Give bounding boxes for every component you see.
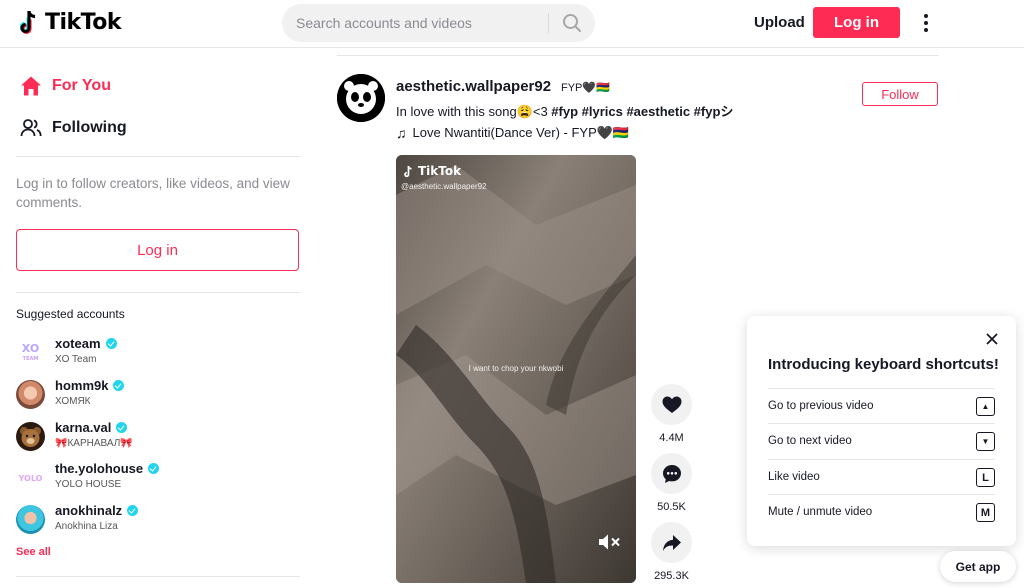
post-author-nickname: FYP🖤🇲🇺 <box>561 82 610 94</box>
suggested-account-homm9k[interactable]: homm9k ХОМЯК <box>16 378 296 414</box>
keyboard-shortcuts-panel: Introducing keyboard shortcuts! Go to pr… <box>747 316 1016 546</box>
header-login-button[interactable]: Log in <box>813 7 900 38</box>
music-note-icon: ♫ <box>396 125 407 141</box>
shortcut-label: Go to previous video <box>768 400 874 412</box>
search-input[interactable] <box>282 4 548 42</box>
tiktok-logo[interactable]: TikTok <box>19 9 122 35</box>
nav-for-you[interactable]: For You <box>20 75 111 97</box>
share-button[interactable] <box>651 522 692 563</box>
music-title: Love Nwantiti(Dance Ver) - FYP🖤🇲🇺 <box>412 125 630 140</box>
like-button[interactable] <box>651 384 692 425</box>
account-username: xoteam <box>55 336 117 351</box>
avatar: YOLO <box>16 463 45 492</box>
shortcuts-title: Introducing keyboard shortcuts! <box>768 356 999 373</box>
suggested-account-xoteam[interactable]: XO TEAM xoteam XO Team <box>16 336 296 372</box>
suggested-account-karna-val[interactable]: karna.val 🎀КАРНАВАЛ🎀 <box>16 420 296 456</box>
post-caption: In love with this song😩<3 #fyp #lyrics #… <box>396 101 733 120</box>
account-display-name: XO Team <box>55 354 97 365</box>
avatar <box>16 422 45 451</box>
account-display-name: Anokhina Liza <box>55 521 118 532</box>
tiktok-logo-icon <box>404 165 412 177</box>
like-action[interactable]: 4.4M <box>651 384 692 444</box>
home-icon <box>20 75 42 97</box>
comment-count: 50.5K <box>657 501 686 513</box>
suggested-accounts-title: Suggested accounts <box>16 307 125 321</box>
see-all-link[interactable]: See all <box>16 546 51 558</box>
shortcut-label: Mute / unmute video <box>768 506 873 518</box>
comment-icon <box>662 464 681 483</box>
account-display-name: ХОМЯК <box>55 396 91 407</box>
search-icon <box>563 14 581 32</box>
shortcut-row: Mute / unmute video M <box>768 494 995 529</box>
share-icon <box>662 534 681 551</box>
svg-text:TEAM: TEAM <box>23 356 39 362</box>
avatar: XO TEAM <box>16 338 45 367</box>
verified-icon <box>105 338 117 349</box>
shortcut-label: Like video <box>768 471 820 483</box>
svg-text:XO: XO <box>22 342 39 355</box>
volume-muted-icon <box>599 534 620 550</box>
sidebar-login-button[interactable]: Log in <box>16 229 299 271</box>
video-player[interactable]: TikTok @aesthetic.wallpaper92 I want to … <box>396 155 636 583</box>
verified-icon <box>127 505 139 516</box>
avatar <box>16 380 45 409</box>
search-bar <box>282 4 595 42</box>
suggested-account-anokhinalz[interactable]: anokhinalz Anokhina Liza <box>16 503 296 539</box>
video-watermark-logo: TikTok <box>404 164 461 178</box>
account-display-name: YOLO HOUSE <box>55 479 122 490</box>
share-action[interactable]: 295.3K <box>651 522 692 582</box>
feed-divider <box>337 55 939 56</box>
follow-button[interactable]: Follow <box>862 82 938 106</box>
verified-icon <box>113 380 125 391</box>
verified-icon <box>116 422 128 433</box>
sidebar-divider <box>16 156 300 157</box>
caption-hashtags[interactable]: #fyp #lyrics #aesthetic #fypシ <box>551 104 733 119</box>
close-icon[interactable] <box>984 331 1000 347</box>
mute-button[interactable] <box>596 531 622 553</box>
nav-following-label: Following <box>52 119 127 136</box>
video-subtitle: I want to chop your nkwobi <box>468 364 564 373</box>
get-app-button[interactable]: Get app <box>940 551 1016 582</box>
comment-button[interactable] <box>651 453 692 494</box>
comment-action[interactable]: 50.5K <box>651 453 692 513</box>
shortcut-row: Go to next video ▼ <box>768 423 995 458</box>
video-watermark-user: @aesthetic.wallpaper92 <box>401 182 487 191</box>
search-button[interactable] <box>549 4 595 42</box>
share-count: 295.3K <box>654 570 689 582</box>
author-avatar[interactable] <box>337 74 385 122</box>
top-header: TikTok Upload Log in <box>0 0 1024 48</box>
avatar <box>16 505 45 534</box>
account-username: anokhinalz <box>55 503 139 518</box>
nav-following[interactable]: Following <box>20 117 127 139</box>
post-music[interactable]: ♫ Love Nwantiti(Dance Ver) - FYP🖤🇲🇺 <box>396 125 629 141</box>
more-menu-icon[interactable] <box>916 12 936 34</box>
logo-text: TikTok <box>45 9 122 35</box>
shortcut-key-up: ▲ <box>976 397 995 416</box>
post-author-username[interactable]: aesthetic.wallpaper92 <box>396 78 551 95</box>
svg-text:YOLO: YOLO <box>18 474 43 483</box>
like-count: 4.4M <box>659 432 684 444</box>
heart-icon <box>662 396 681 413</box>
tiktok-logo-icon <box>19 9 42 35</box>
login-hint-text: Log in to follow creators, like videos, … <box>16 176 290 210</box>
shortcut-key-m: M <box>976 503 995 522</box>
shortcut-row: Go to previous video ▲ <box>768 388 995 423</box>
shortcut-key-l: L <box>976 468 995 487</box>
shortcut-key-down: ▼ <box>976 432 995 451</box>
sidebar-divider <box>16 576 300 577</box>
nav-for-you-label: For You <box>52 77 111 94</box>
shortcut-row: Like video L <box>768 459 995 494</box>
account-username: karna.val <box>55 420 128 435</box>
account-display-name: 🎀КАРНАВАЛ🎀 <box>55 438 133 449</box>
upload-link[interactable]: Upload <box>746 12 813 33</box>
caption-text: In love with this song😩<3 <box>396 104 552 119</box>
sidebar: For You Following Log in to follow creat… <box>0 48 320 588</box>
users-icon <box>20 117 42 139</box>
account-username: homm9k <box>55 378 125 393</box>
shortcut-label: Go to next video <box>768 435 852 447</box>
sidebar-divider <box>16 292 300 293</box>
verified-icon <box>148 463 160 474</box>
suggested-account-the-yolohouse[interactable]: YOLO the.yolohouse YOLO HOUSE <box>16 461 296 497</box>
account-username: the.yolohouse <box>55 461 160 476</box>
